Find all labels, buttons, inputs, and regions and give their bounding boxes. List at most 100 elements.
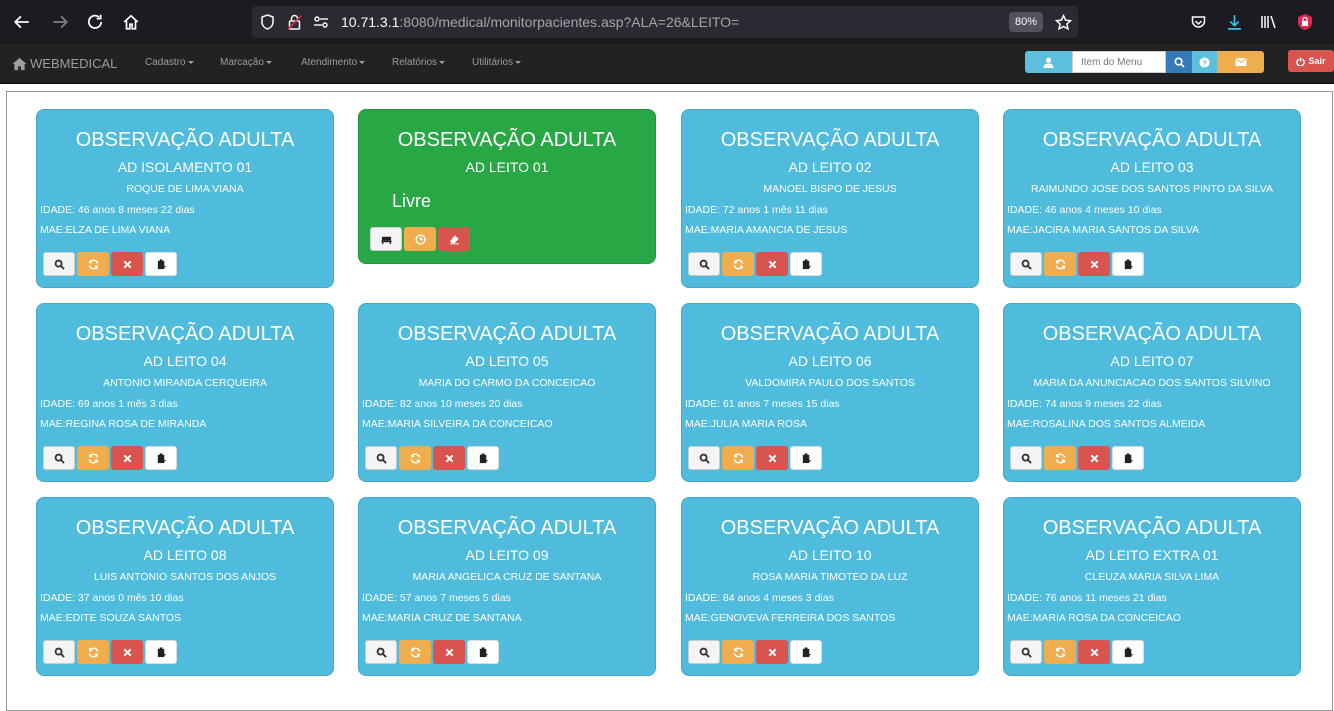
transfer-button[interactable] xyxy=(722,446,754,470)
clipboard-button[interactable] xyxy=(790,640,822,664)
bed-card-free: OBSERVAÇÃO ADULTA AD LEITO 01 Livre xyxy=(358,109,656,264)
library-icon[interactable] xyxy=(1258,11,1280,33)
ward-title: OBSERVAÇÃO ADULTA xyxy=(397,517,617,539)
discharge-button[interactable] xyxy=(111,640,143,664)
close-icon xyxy=(1090,648,1098,656)
bed-card: OBSERVAÇÃO ADULTA AD LEITO 09 MARIA ANGE… xyxy=(358,497,656,676)
transfer-button[interactable] xyxy=(722,252,754,276)
view-button[interactable] xyxy=(43,446,75,470)
zoom-level-badge[interactable]: 80% xyxy=(1009,12,1043,32)
clipboard-icon xyxy=(1124,452,1133,463)
patient-mother: MAE:GENOVEVA FERREIRA DOS SANTOS xyxy=(685,612,896,624)
menu-marcacao[interactable]: Marcação xyxy=(220,57,272,68)
clipboard-button[interactable] xyxy=(145,446,177,470)
clock-icon xyxy=(414,233,426,245)
patient-name: MANOEL BISPO DE JESUS xyxy=(763,183,897,195)
transfer-button[interactable] xyxy=(1044,640,1076,664)
discharge-button[interactable] xyxy=(111,252,143,276)
menu-relatorios[interactable]: Relatórios xyxy=(392,57,446,68)
pocket-icon[interactable] xyxy=(1187,11,1209,33)
menu-cadastro[interactable]: Cadastro xyxy=(145,57,194,68)
bookmark-star-icon[interactable] xyxy=(1054,13,1072,31)
forward-arrow-icon[interactable] xyxy=(49,11,71,33)
card-actions xyxy=(370,227,470,251)
refresh-icon xyxy=(733,453,743,463)
view-button[interactable] xyxy=(1010,252,1042,276)
transfer-button[interactable] xyxy=(77,252,109,276)
clipboard-button[interactable] xyxy=(790,446,822,470)
discharge-button[interactable] xyxy=(433,446,465,470)
transfer-button[interactable] xyxy=(1044,446,1076,470)
menu-utilitarios[interactable]: Utilitários xyxy=(472,57,522,68)
view-button[interactable] xyxy=(1010,446,1042,470)
discharge-button[interactable] xyxy=(1078,252,1110,276)
clipboard-button[interactable] xyxy=(1112,252,1144,276)
view-button[interactable] xyxy=(1010,640,1042,664)
patient-mother: MAE:ROSALINA DOS SANTOS ALMEIDA xyxy=(1007,418,1206,430)
transfer-button[interactable] xyxy=(1044,252,1076,276)
brand[interactable]: WEBMEDICAL xyxy=(12,56,117,71)
clipboard-button[interactable] xyxy=(467,640,499,664)
patient-age: IDADE: 37 anos 0 mês 10 dias xyxy=(40,592,184,604)
admit-button[interactable] xyxy=(370,227,402,251)
discharge-button[interactable] xyxy=(756,252,788,276)
reload-icon[interactable] xyxy=(84,11,106,33)
extension-lock-icon[interactable] xyxy=(1294,11,1316,33)
transfer-button[interactable] xyxy=(77,446,109,470)
discharge-button[interactable] xyxy=(433,640,465,664)
ward-title: OBSERVAÇÃO ADULTA xyxy=(1042,129,1262,151)
messages-button[interactable] xyxy=(1217,51,1264,73)
bed-card: OBSERVAÇÃO ADULTA AD LEITO 06 VALDOMIRA … xyxy=(681,303,979,482)
menu-atendimento[interactable]: Atendimento xyxy=(301,57,366,68)
clean-button[interactable] xyxy=(438,227,470,251)
discharge-button[interactable] xyxy=(756,446,788,470)
shield-icon[interactable] xyxy=(258,13,276,31)
discharge-button[interactable] xyxy=(756,640,788,664)
clipboard-button[interactable] xyxy=(145,640,177,664)
ward-title: OBSERVAÇÃO ADULTA xyxy=(75,323,295,345)
transfer-button[interactable] xyxy=(399,446,431,470)
bed-label: AD LEITO 01 xyxy=(465,159,549,175)
insecure-lock-icon[interactable] xyxy=(285,13,303,31)
view-button[interactable] xyxy=(43,252,75,276)
help-button[interactable]: ? xyxy=(1192,51,1217,73)
search-icon xyxy=(376,647,387,658)
view-button[interactable] xyxy=(688,252,720,276)
patient-age: IDADE: 46 anos 8 meses 22 dias xyxy=(40,204,195,216)
card-actions xyxy=(1010,252,1144,276)
permissions-icon[interactable] xyxy=(312,13,330,31)
clipboard-button[interactable] xyxy=(790,252,822,276)
back-arrow-icon[interactable] xyxy=(11,11,33,33)
clipboard-button[interactable] xyxy=(145,252,177,276)
discharge-button[interactable] xyxy=(111,446,143,470)
download-icon[interactable] xyxy=(1223,11,1245,33)
user-button[interactable] xyxy=(1025,51,1072,73)
search-icon xyxy=(699,453,710,464)
clipboard-button[interactable] xyxy=(1112,640,1144,664)
exit-button[interactable]: Sair xyxy=(1288,50,1334,72)
free-status: Livre xyxy=(392,191,432,211)
menu-search-input[interactable] xyxy=(1072,51,1166,73)
view-button[interactable] xyxy=(365,446,397,470)
view-button[interactable] xyxy=(688,446,720,470)
view-button[interactable] xyxy=(688,640,720,664)
address-bar[interactable]: 10.71.3.1:8080/medical/monitorpacientes.… xyxy=(252,6,1078,38)
transfer-button[interactable] xyxy=(77,640,109,664)
discharge-button[interactable] xyxy=(1078,446,1110,470)
discharge-button[interactable] xyxy=(1078,640,1110,664)
clipboard-button[interactable] xyxy=(467,446,499,470)
patient-age: IDADE: 69 anos 1 mês 3 dias xyxy=(40,398,178,410)
search-button[interactable] xyxy=(1166,51,1192,73)
home-icon xyxy=(12,57,27,70)
question-icon: ? xyxy=(1199,56,1210,68)
home-icon[interactable] xyxy=(120,11,142,33)
clipboard-button[interactable] xyxy=(1112,446,1144,470)
transfer-button[interactable] xyxy=(399,640,431,664)
search-icon xyxy=(54,453,65,464)
view-button[interactable] xyxy=(365,640,397,664)
card-actions xyxy=(1010,640,1144,664)
transfer-button[interactable] xyxy=(722,640,754,664)
bed-card: OBSERVAÇÃO ADULTA AD LEITO EXTRA 01 CLEU… xyxy=(1003,497,1301,676)
reserve-button[interactable] xyxy=(404,227,436,251)
view-button[interactable] xyxy=(43,640,75,664)
